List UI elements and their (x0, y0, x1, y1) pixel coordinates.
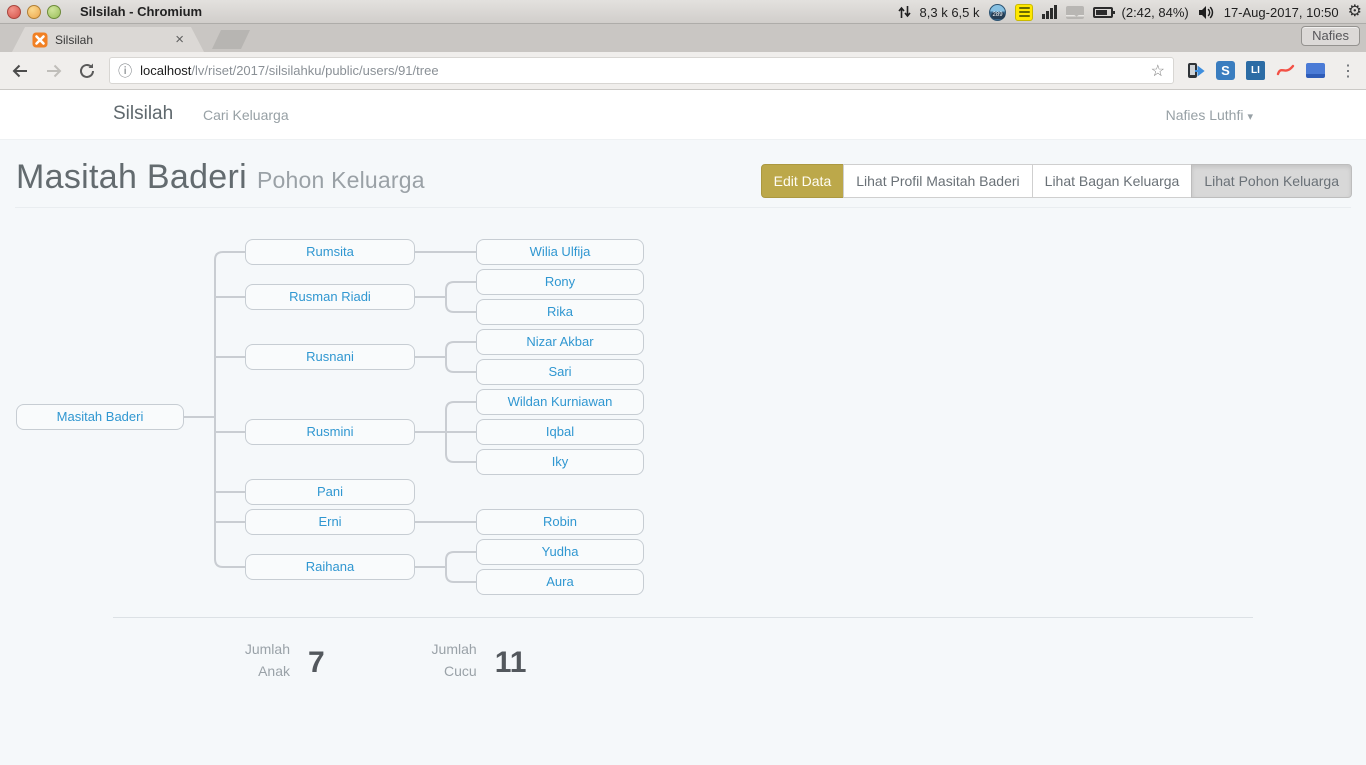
tab-close-icon[interactable]: × (175, 32, 184, 47)
tree-node-sari[interactable]: Sari (476, 359, 644, 385)
keyboard-indicator-icon[interactable] (1015, 4, 1033, 21)
mail-icon[interactable] (1066, 6, 1084, 19)
button-edit-data[interactable]: Edit Data (761, 164, 845, 198)
tree-node-robin[interactable]: Robin (476, 509, 644, 535)
xampp-favicon-icon (32, 32, 48, 48)
battery-label: (2:42, 84%) (1122, 5, 1189, 20)
window-maximize-button[interactable] (47, 5, 61, 19)
tree-node-iqbal[interactable]: Iqbal (476, 419, 644, 445)
stats-divider (113, 617, 1253, 618)
browser-tab-silsilah[interactable]: Silsilah × (12, 27, 204, 52)
li-extension-icon[interactable]: LI (1246, 61, 1265, 80)
stat-jumlah-anak: JumlahAnak 7 (180, 638, 325, 682)
web-page: Silsilah Cari Keluarga Nafies Luthfi▾ Ma… (0, 90, 1366, 765)
screen: Silsilah - Chromium 8,3 k 6,5 k 289 (2:4… (0, 0, 1366, 765)
tree-node-rika[interactable]: Rika (476, 299, 644, 325)
tree-node-wilia-ulfija[interactable]: Wilia Ulfija (476, 239, 644, 265)
os-top-panel: Silsilah - Chromium 8,3 k 6,5 k 289 (2:4… (0, 0, 1366, 24)
tree-node-iky[interactable]: Iky (476, 449, 644, 475)
window-close-button[interactable] (7, 5, 21, 19)
nav-link-cari-keluarga[interactable]: Cari Keluarga (203, 107, 289, 123)
laravel-extension-icon[interactable] (1276, 61, 1295, 80)
page-info-icon[interactable]: ⓘ (118, 61, 132, 81)
nav-links: Cari Keluarga (203, 107, 289, 123)
button-lihat-bagan-keluarga[interactable]: Lihat Bagan Keluarga (1032, 164, 1193, 198)
tree-node-pani[interactable]: Pani (245, 479, 415, 505)
tree-node-rusmini[interactable]: Rusmini (245, 419, 415, 445)
site-navbar: Silsilah Cari Keluarga Nafies Luthfi▾ (0, 90, 1366, 140)
reload-button[interactable] (73, 57, 101, 85)
button-lihat-pohon-keluarga[interactable]: Lihat Pohon Keluarga (1191, 164, 1352, 198)
page-header-divider (15, 207, 1351, 208)
browser-menu-icon[interactable]: ⋮ (1340, 61, 1356, 81)
tree-node-yudha[interactable]: Yudha (476, 539, 644, 565)
stats: JumlahAnak 7 JumlahCucu 11 (180, 638, 526, 682)
clock-label: 17-Aug-2017, 10:50 (1224, 5, 1339, 20)
back-button[interactable] (6, 57, 34, 85)
desktop-user-badge: Nafies (1301, 26, 1360, 46)
bookmark-star-icon[interactable]: ☆ (1151, 61, 1165, 81)
browser-toolbar: ⓘ localhost/lv/riset/2017/silsilahku/pub… (0, 52, 1366, 90)
tree-node-masitah-baderi[interactable]: Masitah Baderi (16, 404, 184, 430)
blue-box-extension-icon[interactable] (1306, 63, 1325, 78)
brand-link[interactable]: Silsilah (113, 103, 173, 125)
s-extension-icon[interactable]: S (1216, 61, 1235, 80)
action-button-group: Edit DataLihat Profil Masitah BaderiLiha… (761, 164, 1352, 198)
chevron-down-icon: ▾ (1247, 111, 1253, 123)
tree-node-erni[interactable]: Erni (245, 509, 415, 535)
network-arrows-icon[interactable] (898, 5, 911, 19)
tree-node-aura[interactable]: Aura (476, 569, 644, 595)
monitor-indicator-icon[interactable]: 289 (989, 4, 1006, 21)
tab-strip: Silsilah × (0, 24, 1366, 52)
tree-node-nizar-akbar[interactable]: Nizar Akbar (476, 329, 644, 355)
window-controls (7, 5, 61, 19)
window-title: Silsilah - Chromium (80, 0, 202, 23)
user-menu[interactable]: Nafies Luthfi▾ (1166, 107, 1253, 123)
button-lihat-profil-masitah-baderi[interactable]: Lihat Profil Masitah Baderi (843, 164, 1032, 198)
stat-jumlah-cucu: JumlahCucu 11 (367, 638, 527, 682)
tree-node-rusnani[interactable]: Rusnani (245, 344, 415, 370)
tree-node-rony[interactable]: Rony (476, 269, 644, 295)
stat-label: JumlahCucu (367, 638, 477, 682)
phone-share-extension-icon[interactable] (1186, 61, 1205, 80)
address-bar[interactable]: ⓘ localhost/lv/riset/2017/silsilahku/pub… (109, 57, 1174, 84)
network-speed-label: 8,3 k 6,5 k (920, 5, 980, 20)
stat-value: 7 (308, 640, 325, 680)
forward-button[interactable] (40, 57, 68, 85)
stat-value: 11 (495, 640, 527, 680)
stat-label: JumlahAnak (180, 638, 290, 682)
tab-title: Silsilah (55, 33, 175, 47)
tree-node-raihana[interactable]: Raihana (245, 554, 415, 580)
window-minimize-button[interactable] (27, 5, 41, 19)
volume-icon[interactable] (1198, 5, 1215, 20)
gear-icon[interactable]: ⚙ (1348, 1, 1362, 23)
tree-node-rusman-riadi[interactable]: Rusman Riadi (245, 284, 415, 310)
battery-icon[interactable] (1093, 7, 1113, 18)
page-subtitle: Pohon Keluarga (257, 167, 425, 193)
tree-node-wildan-kurniawan[interactable]: Wildan Kurniawan (476, 389, 644, 415)
page-title: Masitah BaderiPohon Keluarga (16, 158, 425, 197)
url-text: localhost/lv/riset/2017/silsilahku/publi… (140, 63, 438, 78)
system-tray: 8,3 k 6,5 k 289 (2:42, 84%) 17-Aug-2017,… (898, 0, 1362, 24)
tree-node-rumsita[interactable]: Rumsita (245, 239, 415, 265)
extensions-row: S LI ⋮ (1186, 61, 1366, 81)
signal-strength-icon[interactable] (1042, 5, 1057, 19)
new-tab-button[interactable] (212, 30, 250, 49)
